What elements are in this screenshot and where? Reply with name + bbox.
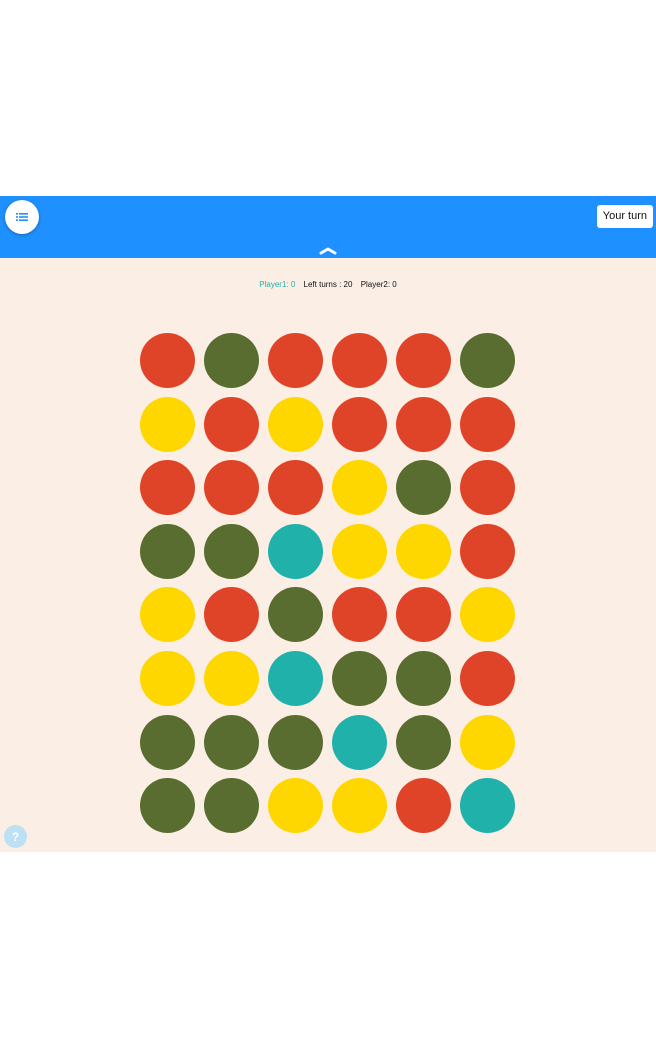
board-cell-7-0[interactable]: [140, 778, 195, 833]
board-cell-5-4[interactable]: [396, 651, 451, 706]
board-cell-4-4[interactable]: [396, 587, 451, 642]
board-cell-6-2[interactable]: [268, 715, 323, 770]
board-cell-0-3[interactable]: [332, 333, 387, 388]
board-cell-4-3[interactable]: [332, 587, 387, 642]
turn-indicator-button[interactable]: Your turn: [596, 205, 653, 228]
board-cell-1-4[interactable]: [396, 397, 451, 452]
board-cell-2-0[interactable]: [140, 460, 195, 515]
board-cell-5-2[interactable]: [268, 651, 323, 706]
board-cell-0-1[interactable]: [204, 333, 259, 388]
board-cell-0-5[interactable]: [460, 333, 515, 388]
board-cell-5-5[interactable]: [460, 651, 515, 706]
board-cell-7-3[interactable]: [332, 778, 387, 833]
board-cell-7-2[interactable]: [268, 778, 323, 833]
board-cell-2-5[interactable]: [460, 460, 515, 515]
board-cell-1-3[interactable]: [332, 397, 387, 452]
board-cell-0-0[interactable]: [140, 333, 195, 388]
board-cell-3-1[interactable]: [204, 524, 259, 579]
board-cell-6-1[interactable]: [204, 715, 259, 770]
board-cell-7-5[interactable]: [460, 778, 515, 833]
board-cell-2-1[interactable]: [204, 460, 259, 515]
board-cell-3-4[interactable]: [396, 524, 451, 579]
menu-button[interactable]: [5, 200, 39, 234]
board-cell-7-1[interactable]: [204, 778, 259, 833]
board-cell-6-0[interactable]: [140, 715, 195, 770]
board-cell-3-3[interactable]: [332, 524, 387, 579]
board-cell-3-2[interactable]: [268, 524, 323, 579]
board-cell-2-4[interactable]: [396, 460, 451, 515]
board-cell-1-1[interactable]: [204, 397, 259, 452]
chevron-up-icon[interactable]: [318, 245, 338, 255]
top-bar: Your turn: [0, 196, 656, 258]
board-cell-0-4[interactable]: [396, 333, 451, 388]
board-cell-5-0[interactable]: [140, 651, 195, 706]
board-cell-6-5[interactable]: [460, 715, 515, 770]
board-cell-2-2[interactable]: [268, 460, 323, 515]
board-cell-4-2[interactable]: [268, 587, 323, 642]
board-cell-5-1[interactable]: [204, 651, 259, 706]
board-cell-1-5[interactable]: [460, 397, 515, 452]
board-cell-4-1[interactable]: [204, 587, 259, 642]
game-grid: [0, 258, 656, 852]
board-cell-3-0[interactable]: [140, 524, 195, 579]
board-cell-4-0[interactable]: [140, 587, 195, 642]
board-cell-3-5[interactable]: [460, 524, 515, 579]
list-icon: [16, 213, 28, 221]
help-button[interactable]: ?: [4, 825, 27, 848]
game-board-area: Player1: 0 Left turns : 20 Player2: 0: [0, 258, 656, 852]
board-cell-6-4[interactable]: [396, 715, 451, 770]
board-cell-2-3[interactable]: [332, 460, 387, 515]
board-cell-7-4[interactable]: [396, 778, 451, 833]
board-cell-0-2[interactable]: [268, 333, 323, 388]
board-cell-6-3[interactable]: [332, 715, 387, 770]
board-cell-1-0[interactable]: [140, 397, 195, 452]
board-cell-1-2[interactable]: [268, 397, 323, 452]
board-cell-4-5[interactable]: [460, 587, 515, 642]
board-cell-5-3[interactable]: [332, 651, 387, 706]
